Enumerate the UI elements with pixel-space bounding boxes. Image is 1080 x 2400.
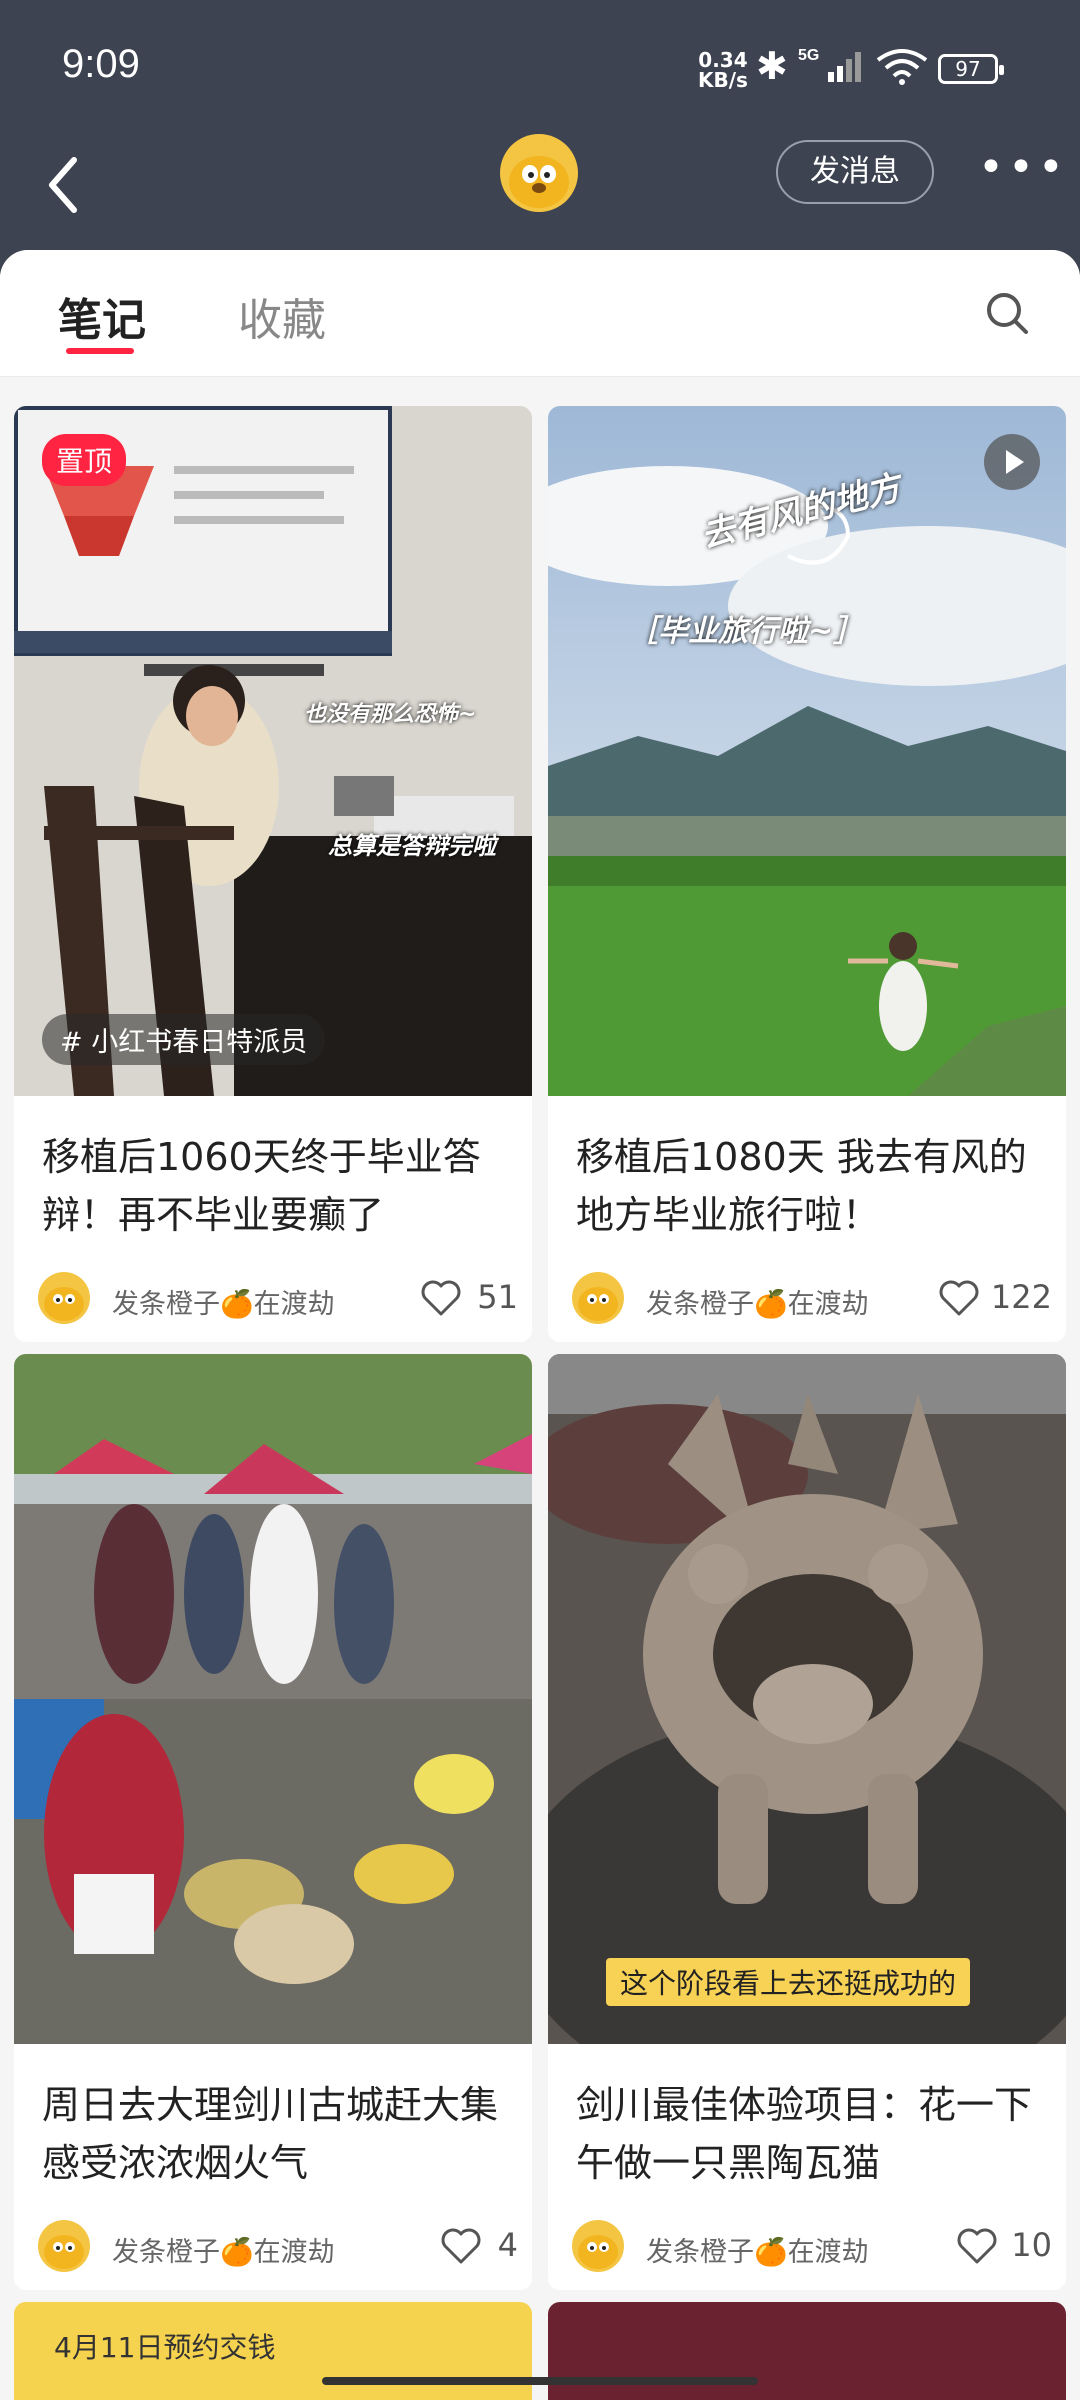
- home-indicator[interactable]: [322, 2377, 758, 2385]
- caption-sticker: 这个阶段看上去还挺成功的: [606, 1958, 971, 2006]
- like-count: 10: [1011, 2226, 1052, 2264]
- dog-face-icon: [44, 2235, 84, 2269]
- note-title: 移植后1060天终于毕业答辩！再不毕业要癫了: [42, 1135, 481, 1237]
- author-avatar[interactable]: [572, 1272, 624, 1324]
- heart-icon[interactable]: [938, 1278, 980, 1318]
- clay-cat-photo: [548, 1354, 1066, 2044]
- author-name[interactable]: 发条橙子🍊在渡劫: [646, 1282, 869, 1321]
- event-tag-label: 小红书春日特派员: [91, 1027, 308, 1058]
- net-speed-value: 0.34: [698, 48, 748, 72]
- author-avatar[interactable]: [38, 2220, 90, 2272]
- note-cover-image: 这个阶段看上去还挺成功的: [548, 1354, 1066, 2044]
- active-tab-indicator: [66, 348, 134, 354]
- play-icon[interactable]: [984, 434, 1040, 490]
- author-avatar[interactable]: [38, 1272, 90, 1324]
- note-title: 移植后1080天 我去有风的地方毕业旅行啦！: [576, 1135, 1027, 1237]
- net-speed-unit: KB/s: [698, 68, 748, 92]
- profile-header: 发消息 •••: [0, 130, 1080, 250]
- author-avatar[interactable]: [572, 2220, 624, 2272]
- battery-icon: 97: [938, 54, 1004, 84]
- note-cover-text: 4月11日预约交钱: [54, 2331, 276, 2364]
- note-card[interactable]: 置顶 也没有那么恐怖~ 总算是答辩完啦 # 小红书春日特派员 移植后1060天终…: [14, 406, 532, 1342]
- author-name[interactable]: 发条橙子🍊在渡劫: [646, 2230, 869, 2269]
- dog-face-icon: [578, 1287, 618, 1321]
- note-card[interactable]: 这个阶段看上去还挺成功的 剑川最佳体验项目：花一下午做一只黑陶瓦猫 发条橙子🍊在…: [548, 1354, 1066, 2290]
- dog-face-icon: [509, 156, 569, 208]
- like-count: 4: [497, 2226, 518, 2264]
- back-arrow-icon[interactable]: [44, 150, 84, 220]
- avatar[interactable]: [500, 134, 578, 212]
- tab-notes[interactable]: 笔记: [58, 284, 146, 348]
- note-cover-image: [14, 1354, 532, 2044]
- status-bar: 9:09 0.34 KB/s ✱ 5G 97: [0, 0, 1080, 130]
- note-card[interactable]: 4月11日预约交钱: [14, 2302, 532, 2400]
- heart-icon[interactable]: [956, 2226, 998, 2266]
- market-photo: [14, 1354, 532, 2044]
- note-meta: 发条橙子🍊在渡劫 122: [572, 1272, 1052, 1326]
- content-sheet: 笔记 收藏 置顶 也没有那么恐怖~ 总算是答辩完啦 # 小红书春日特派员 移植后…: [0, 250, 1080, 2400]
- pinned-badge: 置顶: [42, 434, 127, 486]
- classroom-photo: [14, 406, 532, 1096]
- bluetooth-icon: ✱: [756, 44, 788, 88]
- heart-icon[interactable]: [420, 1278, 462, 1318]
- overlay-text: 总算是答辩完啦: [328, 832, 496, 860]
- cellular-signal-icon: 5G: [798, 47, 861, 82]
- like-count: 51: [477, 1278, 518, 1316]
- tab-favorites[interactable]: 收藏: [238, 284, 326, 348]
- note-card[interactable]: 周日去大理剑川古城赶大集 感受浓浓烟火气 发条橙子🍊在渡劫 4: [14, 1354, 532, 2290]
- dog-face-icon: [44, 1287, 84, 1321]
- note-title: 周日去大理剑川古城赶大集 感受浓浓烟火气: [42, 2083, 499, 2185]
- note-cover-image: 去有风的地方 ［毕业旅行啦~］: [548, 406, 1066, 1096]
- network-type: 5G: [798, 47, 819, 64]
- send-message-button[interactable]: 发消息: [776, 140, 934, 204]
- dog-face-icon: [578, 2235, 618, 2269]
- tab-bar: 笔记 收藏: [0, 250, 1080, 377]
- note-cover-image: 置顶 也没有那么恐怖~ 总算是答辩完啦 # 小红书春日特派员: [14, 406, 532, 1096]
- heart-icon[interactable]: [440, 2226, 482, 2266]
- overlay-text: 也没有那么恐怖~: [304, 702, 477, 727]
- note-card[interactable]: [548, 2302, 1066, 2400]
- status-time: 9:09: [62, 42, 140, 86]
- note-title: 剑川最佳体验项目：花一下午做一只黑陶瓦猫: [576, 2083, 1033, 2185]
- wifi-icon: [876, 49, 928, 85]
- net-speed: 0.34 KB/s: [698, 50, 748, 90]
- note-meta: 发条橙子🍊在渡劫 10: [572, 2220, 1052, 2274]
- author-name[interactable]: 发条橙子🍊在渡劫: [112, 2230, 335, 2269]
- hash-icon: #: [60, 1027, 83, 1058]
- note-meta: 发条橙子🍊在渡劫 51: [38, 1272, 518, 1326]
- note-meta: 发条橙子🍊在渡劫 4: [38, 2220, 518, 2274]
- search-icon[interactable]: [982, 288, 1032, 338]
- note-card[interactable]: 去有风的地方 ［毕业旅行啦~］ 移植后1080天 我去有风的地方毕业旅行啦！ 发…: [548, 406, 1066, 1342]
- author-name[interactable]: 发条橙子🍊在渡劫: [112, 1282, 335, 1321]
- overlay-text: ［毕业旅行啦~］: [628, 614, 864, 649]
- event-tag[interactable]: # 小红书春日特派员: [42, 1014, 326, 1065]
- like-count: 122: [990, 1278, 1052, 1316]
- more-options-icon[interactable]: •••: [978, 146, 1068, 190]
